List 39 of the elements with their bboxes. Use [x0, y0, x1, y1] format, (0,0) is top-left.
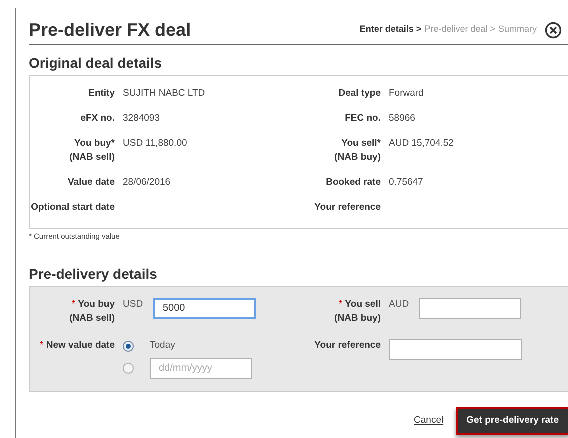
field-label: Booked rate	[325, 176, 381, 190]
field-label: Value date	[67, 176, 115, 190]
field-label: You sell*	[340, 137, 381, 151]
input-field[interactable]: 5000	[153, 298, 256, 319]
field-value: 3284093	[123, 112, 160, 126]
field-label: FEC no.	[344, 112, 381, 126]
field-value: AUD 15,704.52	[389, 137, 454, 151]
option-label: Today	[150, 339, 176, 353]
field-sublabel: (NAB sell)	[68, 151, 115, 165]
field-label: eFX no.	[80, 112, 115, 126]
field-value: USD 11,880.00	[123, 137, 188, 151]
field-value: SUJITH NABC LTD	[123, 87, 206, 101]
field-label: You buy*	[74, 137, 115, 151]
section-heading: Pre-delivery details	[29, 265, 158, 283]
dialog-title: Pre-deliver FX deal	[29, 19, 192, 41]
field-label: Your reference	[314, 339, 381, 353]
submit-button[interactable]: Get pre-delivery rate	[456, 407, 568, 435]
field-label: Deal type	[338, 87, 381, 101]
field-label: * You sell	[338, 298, 381, 312]
field-value: 0.75647	[389, 176, 424, 190]
field-label: Your reference	[314, 201, 381, 215]
currency-code: AUD	[389, 298, 410, 312]
currency-code: USD	[123, 298, 144, 312]
field-value: Forward	[389, 87, 424, 101]
field-label: Optional start date	[30, 201, 115, 215]
breadcrumb-step: Enter details >	[360, 23, 422, 37]
input-field[interactable]: dd/mm/yyyy	[150, 358, 252, 379]
field-label: * You buy	[70, 298, 115, 312]
breadcrumb-step: Pre-deliver deal >	[424, 23, 496, 37]
section-heading: Original deal details	[29, 54, 164, 72]
breadcrumb-step: Summary	[498, 23, 537, 37]
field-sublabel: (NAB buy)	[334, 312, 381, 326]
field-sublabel: (NAB sell)	[68, 312, 115, 326]
field-label: Entity	[88, 87, 115, 101]
field-value: 28/06/2016	[123, 176, 171, 190]
field-sublabel: (NAB buy)	[334, 151, 381, 165]
cancel-link[interactable]: Cancel	[414, 414, 444, 428]
field-value: 58966	[389, 112, 416, 126]
field-label: * New value date	[39, 339, 115, 353]
